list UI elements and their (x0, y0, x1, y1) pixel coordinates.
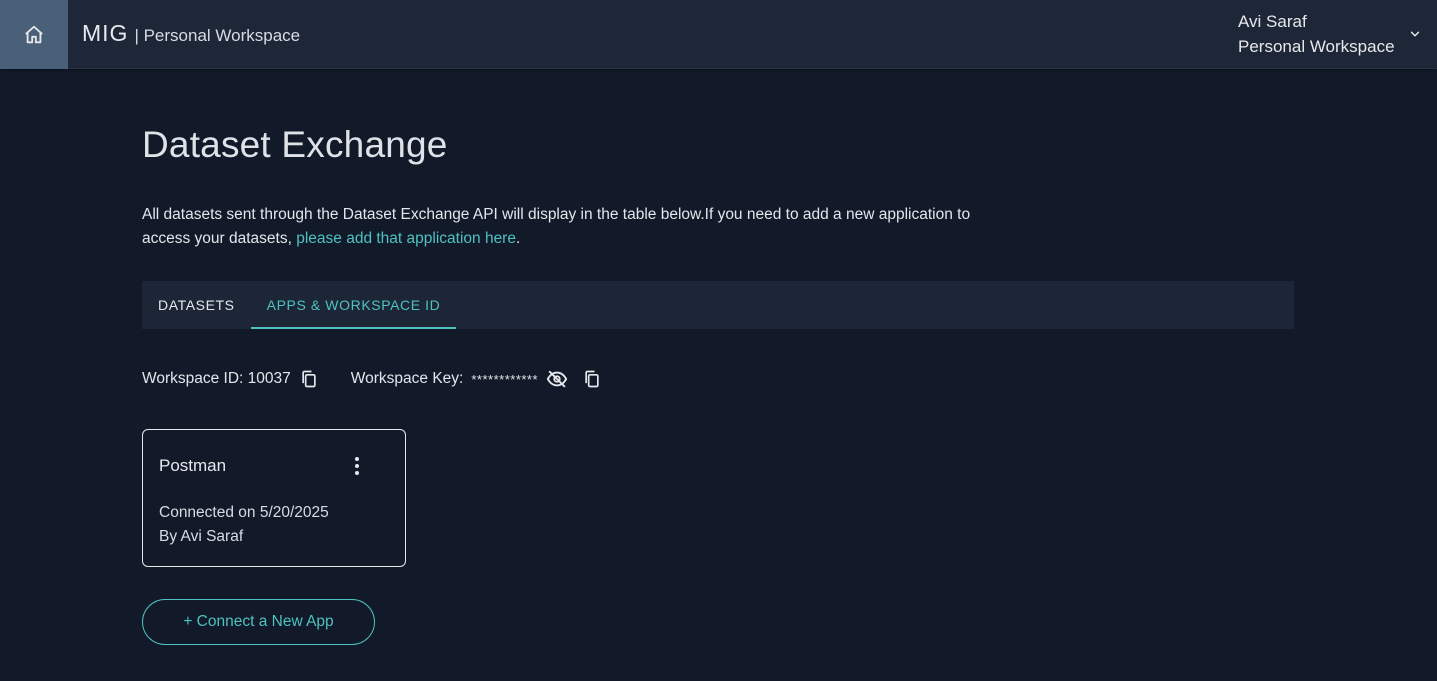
add-application-link[interactable]: please add that application here (296, 230, 516, 247)
page-description: All datasets sent through the Dataset Ex… (142, 203, 1022, 251)
workspace-info: Workspace ID: 10037 Workspace Key: *****… (142, 366, 602, 392)
workspace-key-label: Workspace Key: (350, 370, 464, 387)
description-end: . (515, 230, 521, 247)
brand: MIG | Personal Workspace (82, 20, 300, 47)
tab-bar: DATASETS APPS & WORKSPACE ID (142, 281, 1294, 329)
brand-subtitle: | Personal Workspace (134, 26, 301, 45)
copy-icon[interactable] (299, 369, 319, 389)
eye-off-icon[interactable] (546, 368, 568, 390)
more-vertical-icon[interactable] (345, 454, 369, 478)
user-menu[interactable]: Avi Saraf Personal Workspace (1238, 10, 1428, 60)
workspace-id: Workspace ID: 10037 (142, 370, 291, 387)
copy-key-icon[interactable] (582, 369, 602, 389)
home-icon (25, 25, 43, 43)
tab-datasets[interactable]: DATASETS (142, 281, 251, 329)
app-connected-by: By Avi Saraf (159, 528, 244, 545)
chevron-down-icon[interactable] (1408, 27, 1422, 41)
app-card[interactable]: Postman Connected on 5/20/2025 By Avi Sa… (142, 429, 406, 567)
brand-name: MIG (82, 20, 129, 46)
top-bar: MIG | Personal Workspace Avi Saraf Perso… (0, 0, 1437, 69)
user-workspace: Personal Workspace (1238, 37, 1395, 56)
app-connected-date: Connected on 5/20/2025 (159, 504, 329, 521)
workspace-key-value: ************ (471, 371, 539, 387)
description-text: All datasets sent through the Dataset Ex… (142, 206, 971, 247)
tab-apps-workspace-id[interactable]: APPS & WORKSPACE ID (250, 281, 457, 329)
user-name: Avi Saraf (1238, 12, 1307, 31)
home-button[interactable] (0, 0, 68, 69)
page-title: Dataset Exchange (142, 124, 448, 165)
connect-new-app-button[interactable]: + Connect a New App (142, 599, 375, 645)
app-name: Postman (159, 456, 227, 475)
